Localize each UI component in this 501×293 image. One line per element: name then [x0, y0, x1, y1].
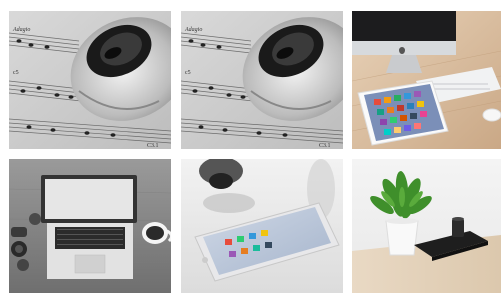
- music-tempo-text: Adagio: [184, 27, 202, 33]
- music-tempo-text: Adagio: [12, 27, 30, 33]
- laptop-coffee-photo: [9, 159, 171, 293]
- gallery-tile-mouse-music-2[interactable]: Adagio c5 C3.1: [181, 11, 343, 149]
- gallery-tile-plant-desk[interactable]: [352, 159, 501, 293]
- mouse-music-photo: Adagio c5 C3.1: [9, 11, 171, 149]
- desk-tablet-photo: [352, 11, 501, 149]
- gallery-tile-mouse-music[interactable]: Adagio c5 C3.1: [9, 11, 171, 149]
- music-bottom-marker-text: C3.1: [147, 143, 159, 149]
- mouse-music-photo: Adagio c5 C3.1: [181, 11, 343, 149]
- image-gallery-grid: Adagio c5 C3.1 Adagio c5 C3.1: [0, 0, 501, 293]
- smartphone-photo: [181, 159, 343, 293]
- gallery-tile-desk-tablet[interactable]: [352, 11, 501, 149]
- music-marker-text: c5: [13, 70, 19, 76]
- gallery-tile-smartphone[interactable]: [181, 159, 343, 293]
- music-marker-text: c5: [185, 70, 191, 76]
- gallery-tile-laptop-coffee[interactable]: [9, 159, 171, 293]
- music-bottom-marker-text: C3.1: [319, 143, 331, 149]
- plant-desk-photo: [352, 159, 501, 293]
